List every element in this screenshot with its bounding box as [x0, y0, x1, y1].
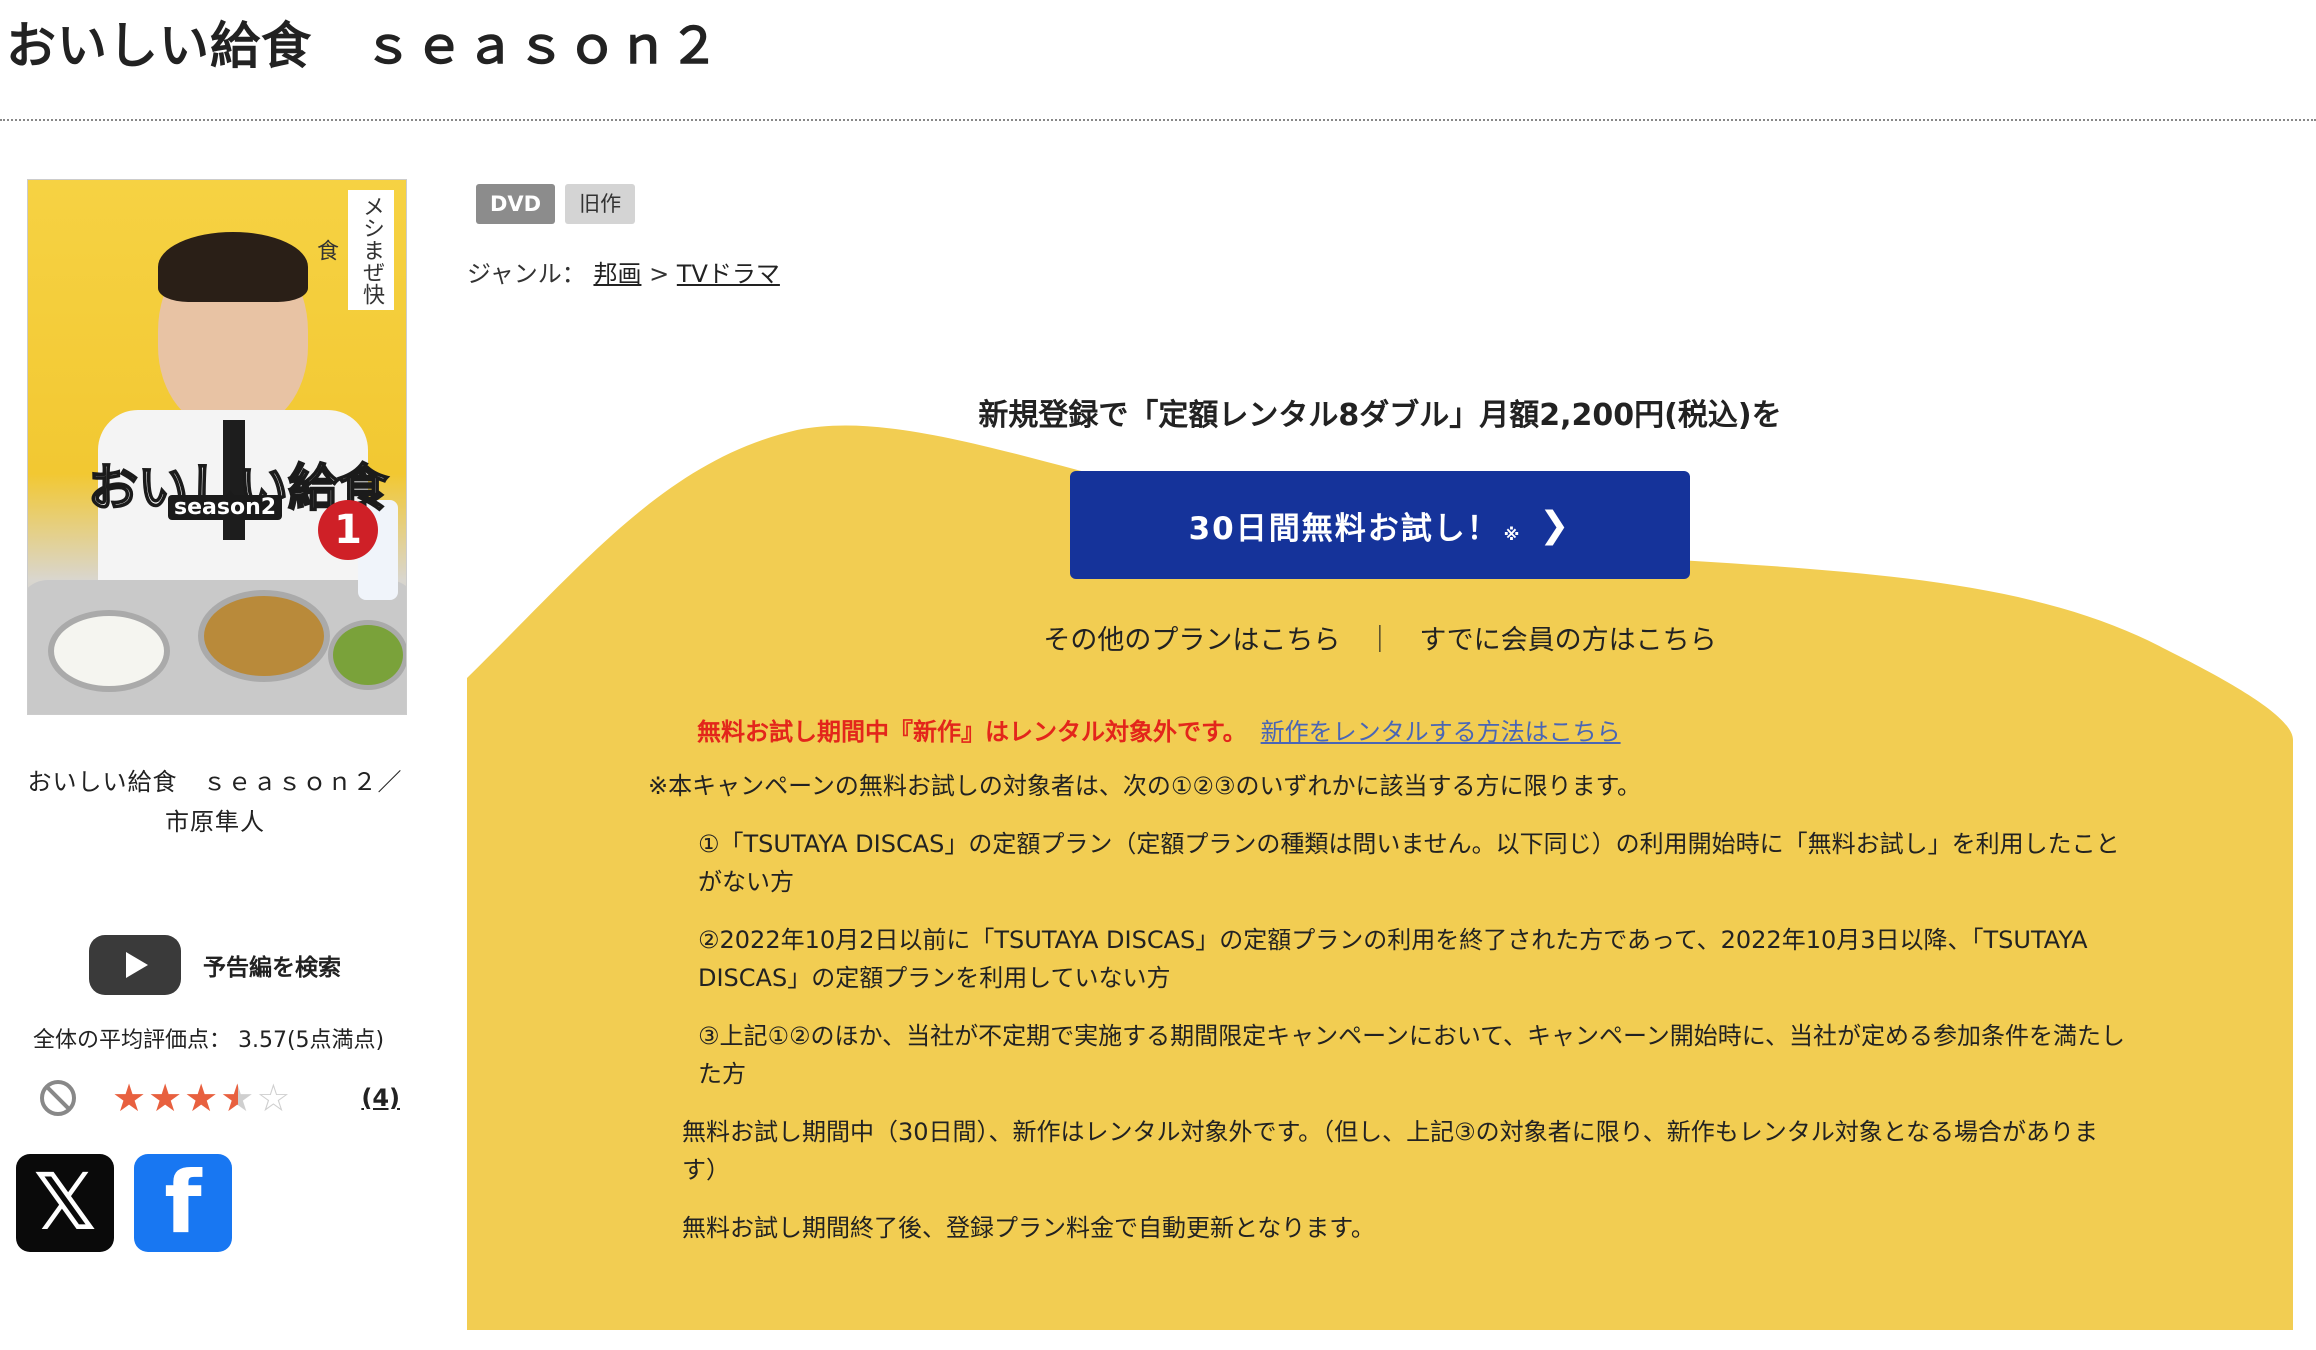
product-caption: おいしい給食 ｓｅａｓｏｎ２／市原隼人: [27, 768, 403, 836]
star-icon: ★: [112, 1076, 149, 1120]
tag-dvd: DVD: [476, 184, 556, 224]
facebook-logo-icon: f: [164, 1153, 202, 1253]
star-icon: ★: [148, 1076, 185, 1120]
tag-old-release: 旧作: [565, 184, 636, 224]
review-count-link[interactable]: (4): [361, 1084, 400, 1112]
page-title: おいしい給食 ｓｅａｓｏｎ２: [6, 17, 720, 75]
genre-label: ジャンル：: [467, 260, 586, 288]
terms-item: ③上記①②のほか、当社が不定期で実施する期間限定キャンペーンにおいて、キャンペー…: [698, 1022, 2126, 1088]
terms-heading: ※本キャンペーンの無料お試しの対象者は、次の①②③のいずれかに該当する方に限りま…: [648, 772, 1642, 800]
trailer-search-label: 予告編を検索: [203, 955, 341, 981]
campaign-terms: ※本キャンペーンの無料お試しの対象者は、次の①②③のいずれかに該当する方に限りま…: [648, 767, 2128, 1267]
member-login-link[interactable]: すでに会員の方はこちら: [1419, 625, 1716, 656]
prohibited-icon[interactable]: [40, 1080, 76, 1116]
chevron-right-icon: ❯: [1539, 504, 1572, 546]
genre-link-hoga[interactable]: 邦画: [593, 260, 641, 288]
terms-item: ①「TSUTAYA DISCAS」の定額プラン（定額プランの種類は問いません。以…: [698, 830, 2120, 896]
terms-note: 無料お試し期間終了後、登録プラン料金で自動更新となります。: [682, 1214, 1375, 1242]
other-plans-link[interactable]: その他のプランはこちら: [1043, 625, 1340, 656]
genre-separator: >: [641, 260, 677, 288]
how-to-rent-new-link[interactable]: 新作をレンタルする方法はこちら: [1261, 718, 1621, 746]
share-x-button[interactable]: 𝕏: [16, 1154, 114, 1252]
rating-stars[interactable]: ★★★★☆: [112, 1076, 292, 1120]
empty-star-icon: ☆: [256, 1076, 293, 1120]
plan-links: その他のプランはこちら ｜ すでに会員の方はこちら: [467, 618, 2293, 657]
star-icon: ★: [184, 1076, 221, 1120]
youtube-play-icon: [89, 935, 181, 995]
terms-note: 無料お試し期間中（30日間）、新作はレンタル対象外です。（但し、上記③の対象者に…: [682, 1118, 2098, 1184]
new-release-warning: 無料お試し期間中『新作』はレンタル対象外です。: [697, 718, 1247, 746]
link-separator: ｜: [1366, 625, 1394, 656]
share-facebook-button[interactable]: f: [134, 1153, 232, 1253]
free-trial-note-mark: ※: [1503, 524, 1522, 544]
promo-headline: 新規登録で「定額レンタル8ダブル」月額2,200円(税込)を: [978, 398, 1782, 433]
free-trial-label: 30日間無料お試し！: [1188, 510, 1500, 547]
average-rating-text: 全体の平均評価点： 3.57(5点満点): [33, 1028, 385, 1053]
trailer-search-button[interactable]: 予告編を検索: [89, 935, 341, 995]
new-release-notice: 無料お試し期間中『新作』はレンタル対象外です。 新作をレンタルする方法はこちら: [697, 712, 1621, 747]
x-logo-icon: 𝕏: [33, 1158, 97, 1248]
rating-row: ★★★★☆ (4): [40, 1073, 400, 1123]
title-divider: [0, 119, 2316, 121]
half-star-icon: ★: [220, 1076, 257, 1120]
genre-link-tvdrama[interactable]: TVドラマ: [677, 260, 780, 288]
product-cover-image[interactable]: メシまぜ快食 おいしい給食 season2 1: [27, 179, 407, 715]
format-tags: DVD 旧作: [476, 184, 636, 224]
terms-item: ②2022年10月2日以前に「TSUTAYA DISCAS」の定額プランの利用を…: [698, 926, 2088, 992]
free-trial-button[interactable]: 30日間無料お試し！ ※ ❯: [1070, 471, 1690, 579]
genre-breadcrumb: ジャンル： 邦画 > TVドラマ: [467, 254, 780, 289]
